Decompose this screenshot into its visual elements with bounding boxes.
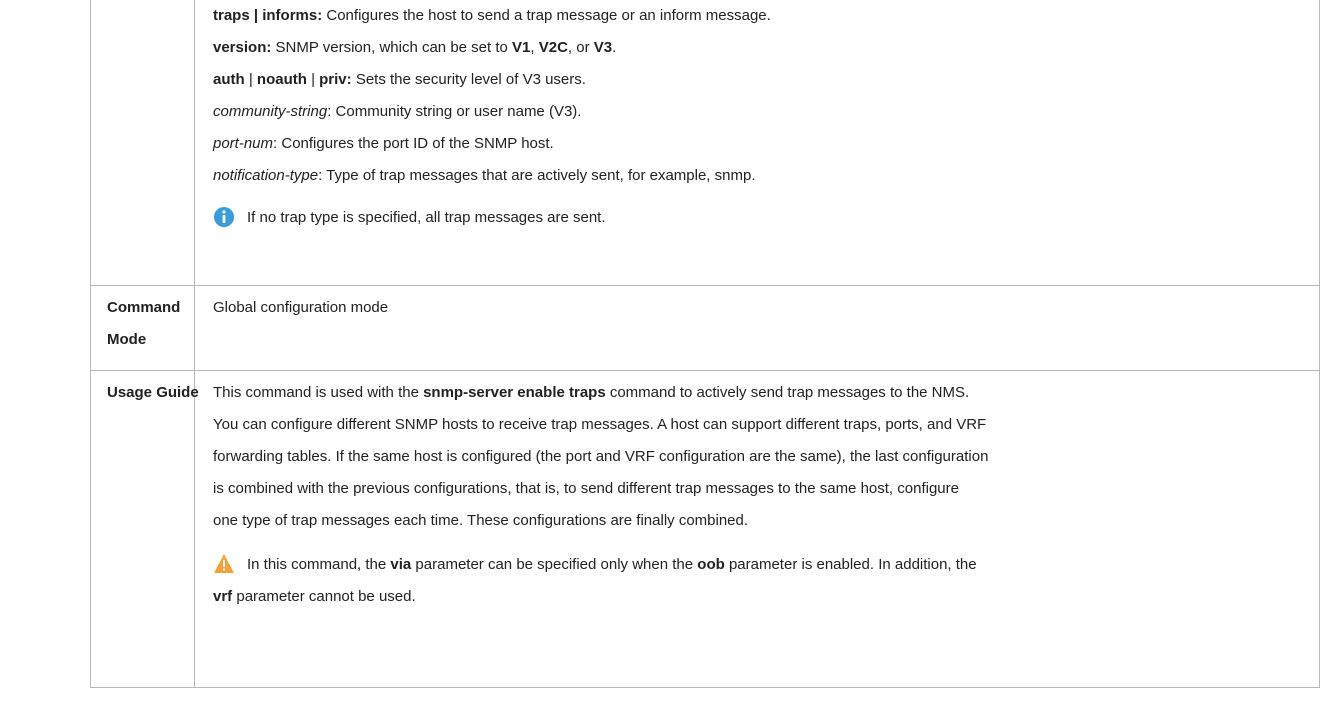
command-mode-content: Global configuration mode [195,286,1319,370]
param-notification-type: notification-type: Type of trap messages… [213,167,756,184]
warning-note: In this command, the via parameter can b… [213,549,1319,613]
usage-line-4: is combined with the previous configurat… [213,480,959,497]
parameters-content: traps | informs: Configures the host to … [195,0,1319,285]
command-mode-label-line1: Command [107,299,181,316]
warning-line-2: vrf parameter cannot be used. [213,588,416,605]
parameters-label-cell [91,0,195,285]
usage-guide-row: Usage Guide This command is used with th… [91,371,1319,688]
command-mode-label-line2: Mode [107,331,147,348]
warning-line-1: In this command, the via parameter can b… [247,556,977,573]
command-reference-table: traps | informs: Configures the host to … [90,0,1320,688]
warning-note-text: In this command, the via parameter can b… [213,549,977,613]
info-note: If no trap type is specified, all trap m… [213,198,1319,236]
warning-icon [214,554,234,573]
command-mode-row: Command Mode Global configuration mode [91,286,1319,371]
usage-guide-label: Usage Guide [107,384,199,401]
command-mode-value: Global configuration mode [213,299,389,316]
command-mode-label: Command Mode [91,286,195,370]
usage-guide-label-cell: Usage Guide [91,371,199,687]
usage-line-2: You can configure different SNMP hosts t… [213,416,987,433]
usage-guide-content: This command is used with the snmp-serve… [195,371,1319,687]
param-traps: traps | informs: Configures the host to … [213,7,771,24]
usage-line-3: forwarding tables. If the same host is c… [213,448,989,465]
parameters-row: traps | informs: Configures the host to … [91,0,1319,286]
param-auth: auth | noauth | priv: Sets the security … [213,71,586,88]
param-version: version: SNMP version, which can be set … [213,39,617,56]
info-icon [214,207,234,227]
info-note-text: If no trap type is specified, all trap m… [247,208,606,226]
usage-line-1: This command is used with the snmp-serve… [213,384,970,401]
param-port-num: port-num: Configures the port ID of the … [213,135,554,152]
param-community-string: community-string: Community string or us… [213,103,582,120]
usage-line-5: one type of trap messages each time. The… [213,512,749,529]
